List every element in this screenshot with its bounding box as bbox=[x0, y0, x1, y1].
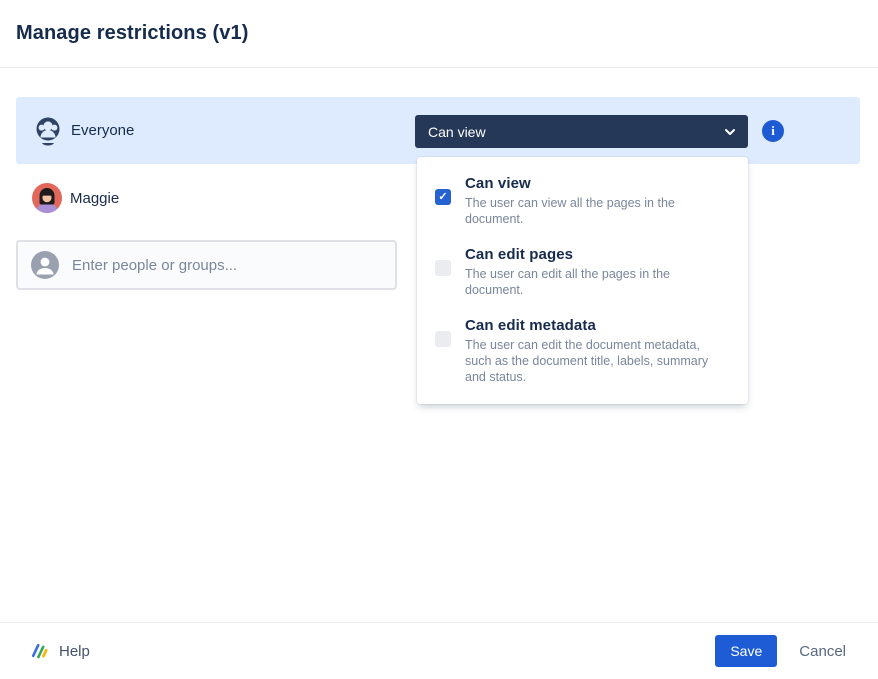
checkbox-unchecked-icon[interactable] bbox=[435, 260, 451, 276]
help-link[interactable]: Help bbox=[30, 642, 90, 660]
save-button[interactable]: Save bbox=[715, 635, 777, 667]
menu-item-description: The user can edit all the pages in the d… bbox=[465, 266, 728, 298]
help-label: Help bbox=[59, 643, 90, 660]
restriction-row-label: Maggie bbox=[70, 190, 119, 207]
menu-item-description: The user can view all the pages in the d… bbox=[465, 195, 728, 227]
menu-item-can-edit-metadata[interactable]: Can edit metadata The user can edit the … bbox=[417, 307, 748, 394]
person-placeholder-icon bbox=[31, 251, 59, 279]
cancel-button[interactable]: Cancel bbox=[799, 643, 846, 660]
chevron-down-icon bbox=[724, 128, 736, 136]
dialog-footer: Help Save Cancel bbox=[0, 622, 878, 679]
info-glyph: i bbox=[771, 123, 775, 139]
manage-restrictions-dialog: Manage restrictions (v1) Everyone Can vi… bbox=[0, 0, 878, 679]
checkbox-checked-icon[interactable]: ✓ bbox=[435, 189, 451, 205]
info-icon[interactable]: i bbox=[762, 120, 784, 142]
avatar-maggie bbox=[32, 183, 62, 213]
menu-item-description: The user can edit the document metadata,… bbox=[465, 337, 728, 385]
permission-dropdown-menu: ✓ Can view The user can view all the pag… bbox=[417, 157, 748, 404]
page-title: Manage restrictions (v1) bbox=[16, 22, 860, 45]
menu-item-can-edit-pages[interactable]: Can edit pages The user can edit all the… bbox=[417, 236, 748, 307]
restriction-row-label: Everyone bbox=[71, 122, 134, 139]
menu-item-title: Can edit metadata bbox=[465, 316, 728, 335]
checkmark-glyph: ✓ bbox=[438, 189, 447, 205]
menu-item-can-view[interactable]: ✓ Can view The user can view all the pag… bbox=[417, 165, 748, 236]
permission-selected-value: Can view bbox=[428, 124, 486, 140]
group-everyone-icon bbox=[33, 115, 63, 147]
people-picker-field[interactable] bbox=[16, 240, 397, 290]
help-logo-icon bbox=[30, 642, 49, 660]
menu-item-title: Can edit pages bbox=[465, 245, 728, 264]
checkbox-unchecked-icon[interactable] bbox=[435, 331, 451, 347]
restriction-row-everyone: Everyone Can view i bbox=[16, 97, 860, 164]
permission-select-button[interactable]: Can view bbox=[415, 115, 748, 148]
menu-item-title: Can view bbox=[465, 174, 728, 193]
dialog-header: Manage restrictions (v1) bbox=[0, 0, 878, 68]
people-search-input[interactable] bbox=[72, 257, 395, 274]
